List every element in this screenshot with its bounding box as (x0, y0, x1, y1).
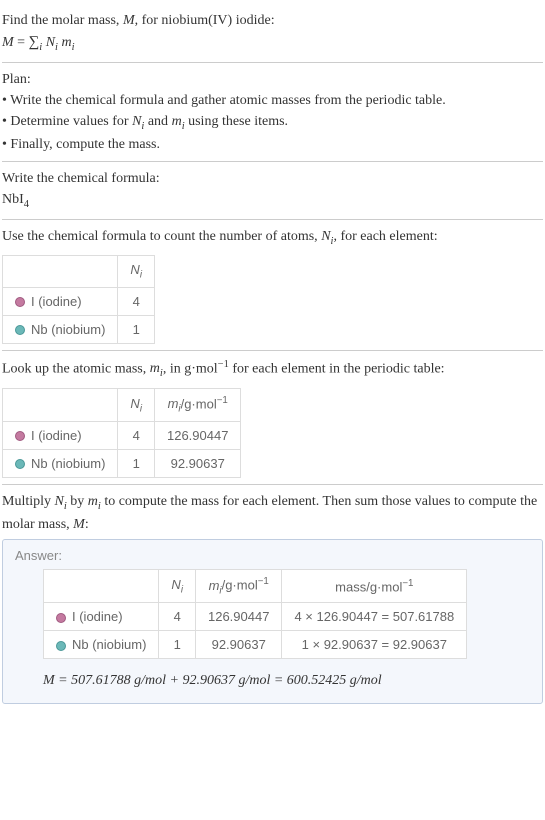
n-cell: 4 (118, 287, 155, 315)
table-row: I (iodine) 4 126.90447 4 × 126.90447 = 5… (44, 603, 467, 631)
m-cell: 92.90637 (195, 631, 281, 659)
n-cell: 1 (159, 631, 196, 659)
plan-bullet-1: • Determine values for Ni and mi using t… (2, 111, 543, 135)
element-label: I (iodine) (31, 294, 82, 309)
header-blank (3, 388, 118, 421)
element-cell: I (iodine) (3, 287, 118, 315)
m-cell: 126.90447 (195, 603, 281, 631)
plan-bullet-0: • Write the chemical formula and gather … (2, 90, 543, 111)
element-dot-icon (15, 325, 25, 335)
element-label: I (iodine) (31, 428, 82, 443)
table-header-row: Ni (3, 256, 155, 288)
header-ni: Ni (159, 570, 196, 603)
chemical-formula-heading: Write the chemical formula: (2, 168, 543, 189)
element-label: Nb (niobium) (72, 637, 146, 652)
m-cell: 126.90447 (154, 421, 240, 449)
chemical-formula-section: Write the chemical formula: NbI4 (2, 161, 543, 219)
intro-section: Find the molar mass, M, for niobium(IV) … (2, 4, 543, 62)
table-row: Nb (niobium) 1 (3, 315, 155, 343)
header-ni: Ni (118, 256, 155, 288)
element-dot-icon (15, 459, 25, 469)
element-cell: Nb (niobium) (3, 449, 118, 477)
n-cell: 1 (118, 315, 155, 343)
table-header-row: Ni mi/g·mol−1 (3, 388, 241, 421)
element-cell: I (iodine) (44, 603, 159, 631)
n-cell: 1 (118, 449, 155, 477)
element-dot-icon (56, 641, 66, 651)
mass-cell: 4 × 126.90447 = 507.61788 (282, 603, 467, 631)
mass-heading: Look up the atomic mass, mi, in g·mol−1 … (2, 357, 543, 382)
header-mass: mass/g·mol−1 (282, 570, 467, 603)
element-cell: Nb (niobium) (3, 315, 118, 343)
answer-label: Answer: (15, 548, 530, 563)
mass-cell: 1 × 92.90637 = 92.90637 (282, 631, 467, 659)
answer-final: M = 507.61788 g/mol + 92.90637 g/mol = 6… (43, 673, 530, 689)
element-label: I (iodine) (72, 609, 123, 624)
element-cell: Nb (niobium) (44, 631, 159, 659)
answer-table: Ni mi/g·mol−1 mass/g·mol−1 I (iodine) 4 … (43, 569, 467, 659)
header-mi: mi/g·mol−1 (195, 570, 281, 603)
header-blank (44, 570, 159, 603)
plan-heading: Plan: (2, 69, 543, 90)
header-ni: Ni (118, 388, 155, 421)
chemical-formula-sub: 4 (24, 199, 29, 210)
element-label: Nb (niobium) (31, 322, 105, 337)
element-dot-icon (56, 613, 66, 623)
count-section: Use the chemical formula to count the nu… (2, 219, 543, 350)
intro-line1: Find the molar mass, M, for niobium(IV) … (2, 10, 543, 31)
element-dot-icon (15, 297, 25, 307)
n-cell: 4 (159, 603, 196, 631)
header-mi: mi/g·mol−1 (154, 388, 240, 421)
chemical-formula-main: NbI (2, 192, 24, 207)
count-heading: Use the chemical formula to count the nu… (2, 226, 543, 250)
plan-bullet-2: • Finally, compute the mass. (2, 134, 543, 155)
table-row: I (iodine) 4 126.90447 (3, 421, 241, 449)
table-row: I (iodine) 4 (3, 287, 155, 315)
element-label: Nb (niobium) (31, 456, 105, 471)
chemical-formula: NbI4 (2, 189, 543, 213)
element-cell: I (iodine) (3, 421, 118, 449)
element-dot-icon (15, 431, 25, 441)
multiply-heading: Multiply Ni by mi to compute the mass fo… (2, 491, 543, 536)
count-table: Ni I (iodine) 4 Nb (niobium) 1 (2, 255, 155, 344)
m-cell: 92.90637 (154, 449, 240, 477)
mass-section: Look up the atomic mass, mi, in g·mol−1 … (2, 350, 543, 484)
header-blank (3, 256, 118, 288)
mass-table: Ni mi/g·mol−1 I (iodine) 4 126.90447 Nb … (2, 388, 241, 478)
plan-section: Plan: • Write the chemical formula and g… (2, 62, 543, 162)
table-row: Nb (niobium) 1 92.90637 1 × 92.90637 = 9… (44, 631, 467, 659)
table-row: Nb (niobium) 1 92.90637 (3, 449, 241, 477)
table-header-row: Ni mi/g·mol−1 mass/g·mol−1 (44, 570, 467, 603)
n-cell: 4 (118, 421, 155, 449)
answer-box: Answer: Ni mi/g·mol−1 mass/g·mol−1 I (io… (2, 539, 543, 704)
intro-formula: M = ∑i Ni mi (2, 31, 543, 56)
multiply-section: Multiply Ni by mi to compute the mass fo… (2, 484, 543, 710)
